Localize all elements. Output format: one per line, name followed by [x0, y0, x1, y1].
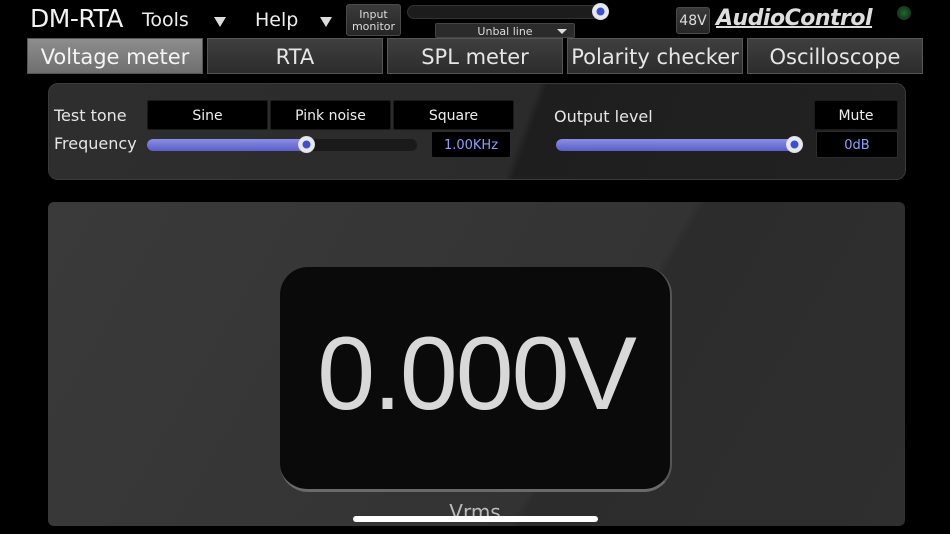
test-tone-label: Test tone	[54, 106, 127, 125]
tab-rta[interactable]: RTA	[207, 38, 383, 74]
brand-logo: AudioControl	[716, 6, 873, 31]
input-monitor-label-2: monitor	[351, 20, 396, 33]
tab-voltage-meter[interactable]: Voltage meter	[27, 38, 203, 74]
tab-polarity-checker[interactable]: Polarity checker	[567, 38, 743, 74]
status-led-icon	[897, 6, 911, 20]
frequency-value[interactable]: 1.00KHz	[431, 131, 511, 158]
output-level-slider-fill	[556, 139, 803, 151]
frequency-slider[interactable]	[147, 136, 417, 153]
tone-square-button[interactable]: Square	[393, 100, 514, 130]
output-level-slider[interactable]	[556, 136, 803, 153]
frequency-label: Frequency	[54, 134, 137, 153]
output-level-slider-knob[interactable]	[786, 136, 803, 153]
tone-sine-button[interactable]: Sine	[147, 100, 268, 130]
tools-dropdown-icon[interactable]	[214, 17, 226, 27]
input-level-slider[interactable]	[407, 3, 609, 20]
frequency-slider-fill	[147, 139, 306, 151]
tab-oscilloscope[interactable]: Oscilloscope	[747, 38, 923, 74]
input-select-dropdown[interactable]: Unbal line	[435, 23, 575, 38]
voltage-value: 0.000V	[317, 316, 637, 432]
output-level-value[interactable]: 0dB	[816, 131, 898, 158]
frequency-slider-knob[interactable]	[298, 136, 315, 153]
input-monitor-button[interactable]: Input monitor	[346, 4, 401, 36]
help-menu[interactable]: Help	[255, 9, 298, 31]
chevron-down-icon	[557, 29, 567, 34]
tools-menu[interactable]: Tools	[142, 9, 189, 31]
input-select-value: Unbal line	[477, 25, 533, 38]
tone-pink-noise-button[interactable]: Pink noise	[270, 100, 391, 130]
input-level-knob[interactable]	[592, 3, 609, 20]
output-level-label: Output level	[554, 107, 653, 126]
mute-button[interactable]: Mute	[814, 100, 898, 130]
help-dropdown-icon[interactable]	[320, 17, 332, 27]
tab-spl-meter[interactable]: SPL meter	[387, 38, 563, 74]
app-title: DM-RTA	[30, 4, 123, 33]
home-indicator[interactable]	[353, 516, 598, 522]
phantom-power-button[interactable]: 48V	[676, 7, 710, 34]
